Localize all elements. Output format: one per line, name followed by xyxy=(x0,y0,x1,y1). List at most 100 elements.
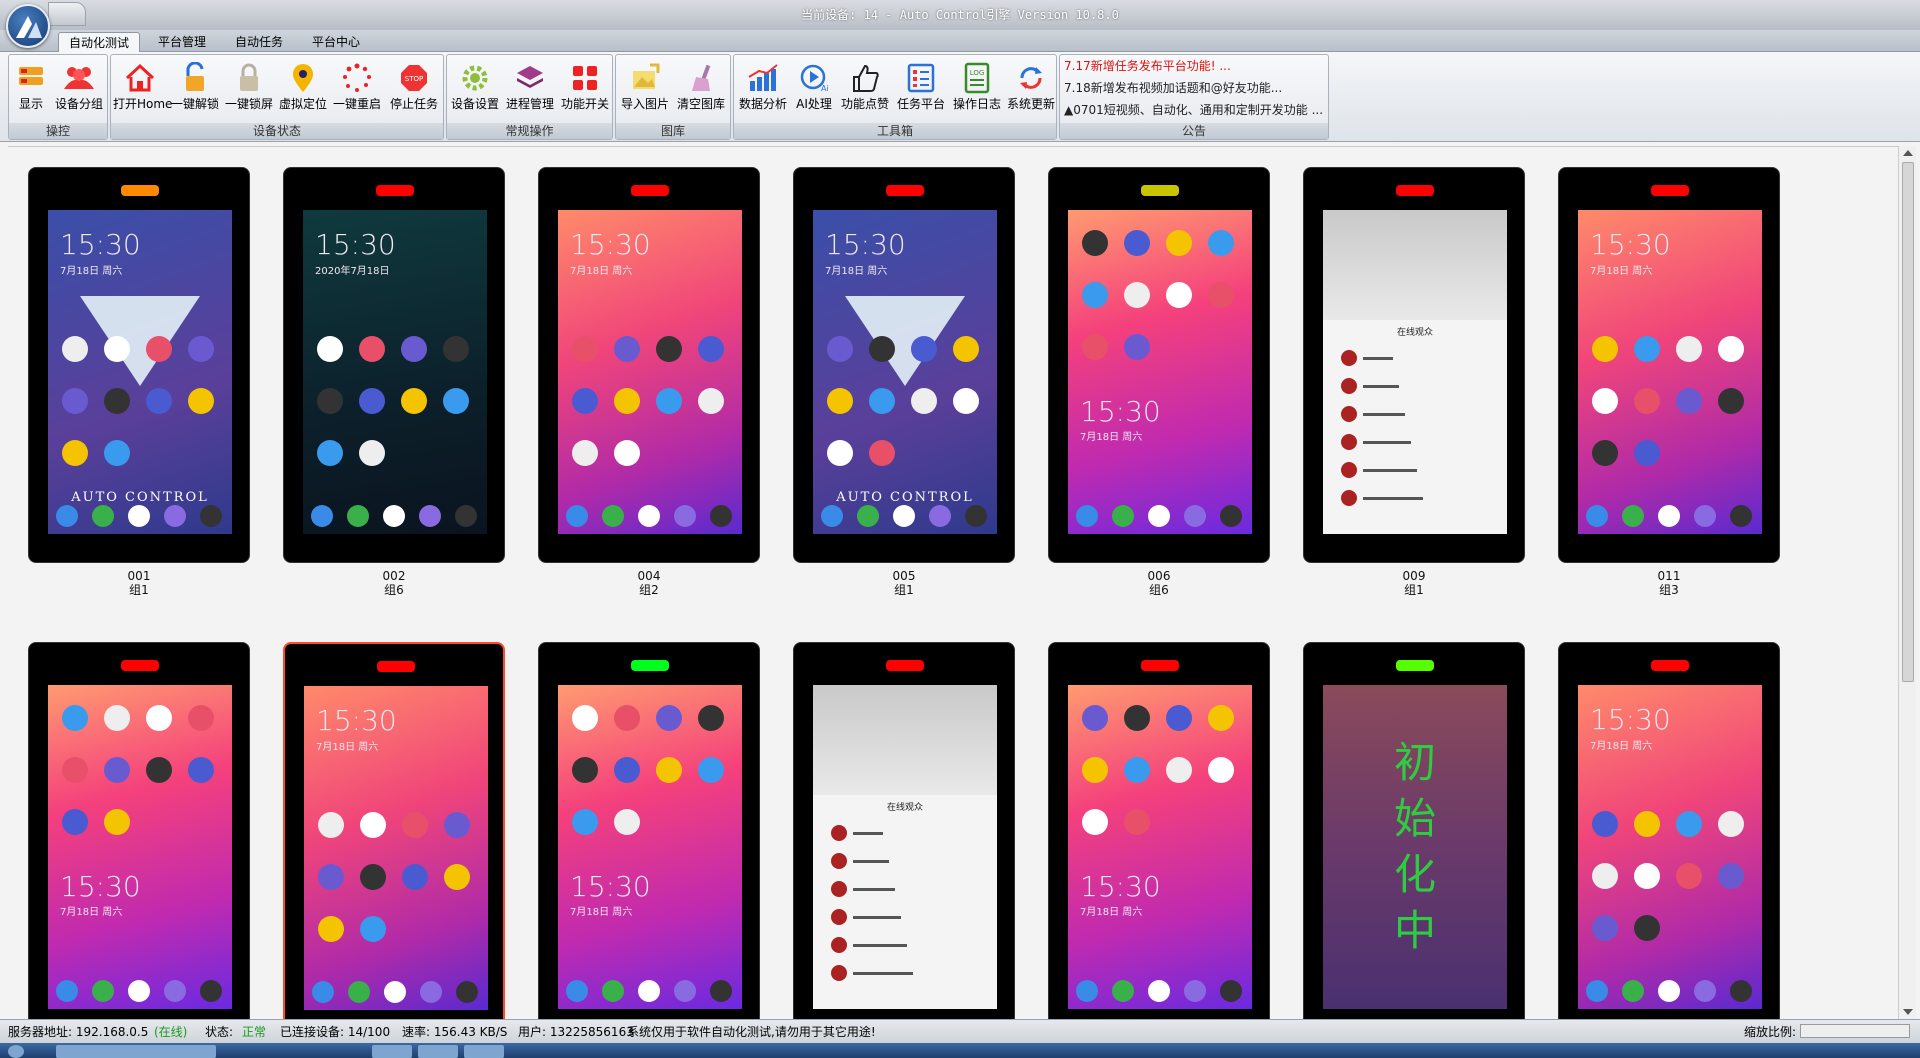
app-icon[interactable] xyxy=(698,705,724,731)
app-icon[interactable] xyxy=(1208,282,1234,308)
taskbar-item[interactable] xyxy=(56,1045,216,1058)
app-icon[interactable] xyxy=(1082,282,1108,308)
dock-app-icon[interactable] xyxy=(56,980,78,1002)
app-icon[interactable] xyxy=(656,336,682,362)
app-icon[interactable] xyxy=(401,388,427,414)
system-update-button[interactable]: 系统更新 xyxy=(1004,59,1058,119)
app-icon[interactable] xyxy=(188,705,214,731)
taskbar-item[interactable] xyxy=(372,1045,412,1058)
dock-app-icon[interactable] xyxy=(455,505,477,527)
app-icon[interactable] xyxy=(1082,757,1108,783)
app-icon[interactable] xyxy=(1166,705,1192,731)
dock-app-icon[interactable] xyxy=(638,505,660,527)
app-icon[interactable] xyxy=(402,812,428,838)
unlock-button[interactable]: 一键解锁 xyxy=(169,59,221,119)
app-icon[interactable] xyxy=(1082,334,1108,360)
app-icon[interactable] xyxy=(318,916,344,942)
device-card[interactable]: 15:30 7月18日 周六 xyxy=(1048,642,1270,1019)
dock-app-icon[interactable] xyxy=(1184,505,1206,527)
app-icon[interactable] xyxy=(911,388,937,414)
dock-app-icon[interactable] xyxy=(1658,505,1680,527)
device-screen[interactable]: 15:30 7月18日 周六 AUTO CONTROL xyxy=(813,210,997,534)
dock-app-icon[interactable] xyxy=(710,505,732,527)
app-icon[interactable] xyxy=(318,864,344,890)
app-icon[interactable] xyxy=(869,440,895,466)
device-screen[interactable]: 15:30 7月18日 周六 xyxy=(558,210,742,534)
app-icon[interactable] xyxy=(317,336,343,362)
device-screen[interactable]: 15:30 7月18日 周六 xyxy=(1068,685,1252,1009)
app-icon[interactable] xyxy=(1634,863,1660,889)
dock-app-icon[interactable] xyxy=(92,980,114,1002)
dock-app-icon[interactable] xyxy=(1730,980,1752,1002)
app-icon[interactable] xyxy=(1082,705,1108,731)
dock-app-icon[interactable] xyxy=(566,505,588,527)
app-icon[interactable] xyxy=(953,336,979,362)
open-home-button[interactable]: 打开Home xyxy=(113,59,172,119)
app-icon[interactable] xyxy=(104,705,130,731)
dock-app-icon[interactable] xyxy=(1148,505,1170,527)
device-card[interactable]: 15:30 7月18日 周六 xyxy=(283,642,505,1019)
taskbar-item[interactable] xyxy=(464,1045,504,1058)
device-settings-button[interactable]: 设备设置 xyxy=(449,59,501,119)
app-icon[interactable] xyxy=(188,388,214,414)
app-icon[interactable] xyxy=(1082,230,1108,256)
app-icon[interactable] xyxy=(1718,336,1744,362)
scroll-down-icon[interactable] xyxy=(1903,1009,1913,1015)
lock-screen-button[interactable]: 一键锁屏 xyxy=(223,59,275,119)
dock-app-icon[interactable] xyxy=(348,981,370,1003)
app-icon[interactable] xyxy=(1124,705,1150,731)
dock-app-icon[interactable] xyxy=(164,980,186,1002)
app-icon[interactable] xyxy=(62,757,88,783)
app-icon[interactable] xyxy=(359,440,385,466)
app-icon[interactable] xyxy=(360,812,386,838)
device-screen[interactable]: 在线观众 xyxy=(813,685,997,1009)
app-icon[interactable] xyxy=(656,705,682,731)
device-card[interactable]: 15:30 7月18日 周六 xyxy=(1558,642,1780,1019)
app-icon[interactable] xyxy=(318,812,344,838)
virtual-location-button[interactable]: 虚拟定位 xyxy=(277,59,329,119)
app-icon[interactable] xyxy=(104,757,130,783)
dock-app-icon[interactable] xyxy=(1076,980,1098,1002)
dock-app-icon[interactable] xyxy=(1658,980,1680,1002)
device-screen[interactable]: 在线观众 xyxy=(1323,210,1507,534)
app-icon[interactable] xyxy=(188,757,214,783)
device-screen[interactable]: 15:30 7月18日 周六 xyxy=(304,686,488,1010)
tab-automation-test[interactable]: 自动化测试 xyxy=(58,32,141,52)
dock-app-icon[interactable] xyxy=(200,980,222,1002)
app-icon[interactable] xyxy=(614,336,640,362)
dock-app-icon[interactable] xyxy=(1694,505,1716,527)
app-icon[interactable] xyxy=(146,705,172,731)
dock-app-icon[interactable] xyxy=(1730,505,1752,527)
dock-app-icon[interactable] xyxy=(1076,505,1098,527)
app-icon[interactable] xyxy=(1166,757,1192,783)
dock-app-icon[interactable] xyxy=(1622,980,1644,1002)
app-icon[interactable] xyxy=(1592,440,1618,466)
app-icon[interactable] xyxy=(1208,230,1234,256)
dock-app-icon[interactable] xyxy=(383,505,405,527)
app-icon[interactable] xyxy=(1208,757,1234,783)
task-platform-button[interactable]: 任务平台 xyxy=(894,59,948,119)
app-icon[interactable] xyxy=(572,440,598,466)
app-icon[interactable] xyxy=(1592,811,1618,837)
notice-item[interactable]: 7.18新增发布视频加话题和@好友功能... xyxy=(1064,77,1324,99)
app-icon[interactable] xyxy=(911,336,937,362)
app-icon[interactable] xyxy=(104,336,130,362)
device-card[interactable]: 初 始 化 中 xyxy=(1303,642,1525,1019)
app-icon[interactable] xyxy=(698,757,724,783)
app-icon[interactable] xyxy=(1124,334,1150,360)
app-icon[interactable] xyxy=(443,388,469,414)
start-button[interactable] xyxy=(8,1045,24,1058)
dock-app-icon[interactable] xyxy=(419,505,441,527)
dock-app-icon[interactable] xyxy=(566,980,588,1002)
app-icon[interactable] xyxy=(572,388,598,414)
app-icon[interactable] xyxy=(1592,863,1618,889)
dock-app-icon[interactable] xyxy=(821,505,843,527)
feature-switch-button[interactable]: 功能开关 xyxy=(559,59,611,119)
app-icon[interactable] xyxy=(1676,863,1702,889)
dock-app-icon[interactable] xyxy=(857,505,879,527)
app-icon[interactable] xyxy=(698,336,724,362)
app-icon[interactable] xyxy=(62,336,88,362)
device-card[interactable]: 15:30 7月18日 周六 xyxy=(1048,167,1270,563)
app-icon[interactable] xyxy=(444,812,470,838)
dock-app-icon[interactable] xyxy=(1220,980,1242,1002)
